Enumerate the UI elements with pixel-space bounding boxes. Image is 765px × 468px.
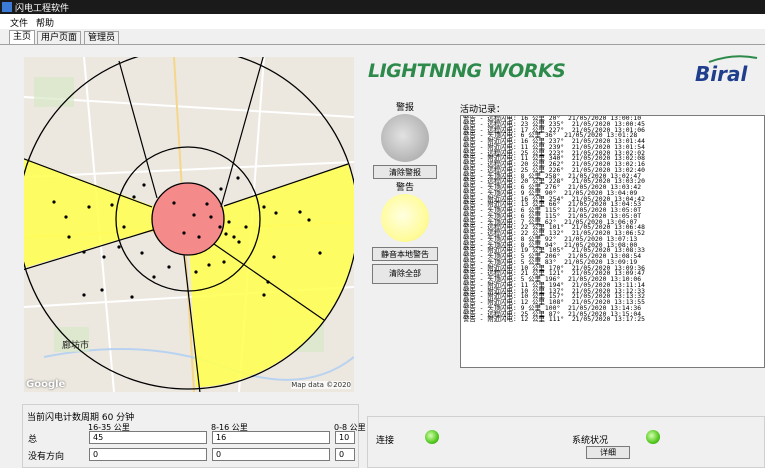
menu-bar: 文件 帮助 [0,14,765,29]
biral-logo: Biral [695,62,748,86]
clear-all-button[interactable]: 清除全部 [372,264,438,284]
details-button[interactable]: 详细 [586,446,630,459]
window-title: 闪电工程软件 [15,4,70,14]
lightning-works-logo: LIGHTNING WORKS [368,60,566,82]
map-copyright: Map data ©2020 [291,381,351,389]
google-watermark: Google [26,379,66,390]
connection-label: 连接 [376,436,395,446]
activity-log-title: 活动记录： [460,105,506,115]
connection-status-led [425,430,439,444]
warning-label: 警告 [396,183,415,193]
tab-strip: 主页 用户页面 管理员 [0,30,765,45]
total-overhead-field: 10 [335,431,355,444]
no-direction-far-field: 0 [89,448,207,461]
tab-home[interactable]: 主页 [9,30,36,45]
menu-help[interactable]: 帮助 [36,16,54,29]
total-near-field: 16 [212,431,330,444]
row-no-direction-label: 没有方向 [28,452,65,462]
menu-file[interactable]: 文件 [10,16,28,29]
log-entry: 警告 - 附近闪电: 12 公里 111° 21/05/2020 13:17:2… [463,315,645,324]
no-direction-overhead-field: 0 [335,448,355,461]
window-titlebar: 闪电工程软件 [0,0,765,14]
alarm-lamp [381,114,429,162]
clear-alarm-button[interactable]: 清除警报 [373,165,437,179]
warning-lamp [381,194,429,242]
system-status-led [646,430,660,444]
alarm-label: 警报 [396,103,415,113]
system-status-label: 系统状况 [572,436,609,446]
app-icon [2,2,12,12]
map-city-label: 廊坊市 [62,341,90,351]
lightning-map[interactable]: Google Map data ©2020 廊坊市 [24,57,354,392]
row-total-label: 总 [28,435,38,445]
tab-user-page[interactable]: 用户页面 [37,31,82,45]
total-far-field: 45 [89,431,207,444]
mute-warning-button[interactable]: 静音本地警告 [372,247,438,261]
no-direction-near-field: 0 [212,448,330,461]
activity-log-list[interactable]: 警告 - 远程闪电: 16 公里 20° 21/05/2020 13:00:10… [460,115,765,368]
tab-admin[interactable]: 管理员 [84,31,120,45]
